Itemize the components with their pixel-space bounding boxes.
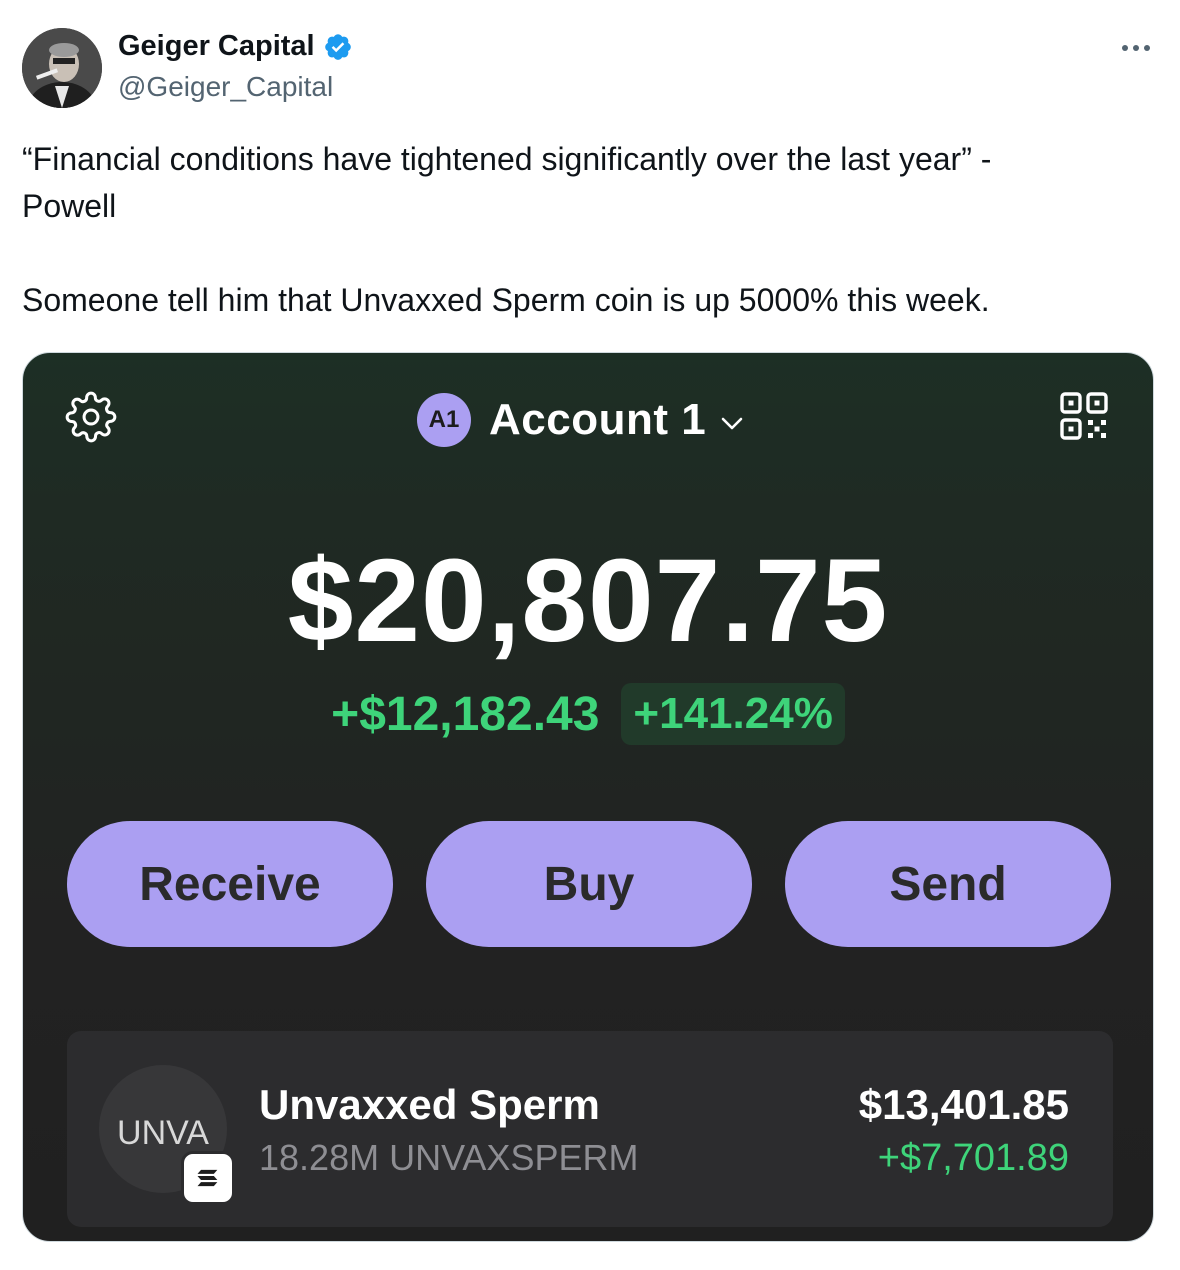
tweet-line: “Financial conditions have tightened sig… xyxy=(22,141,992,177)
verified-badge-icon xyxy=(324,33,351,60)
more-icon[interactable] xyxy=(1116,36,1156,60)
tweet: Geiger Capital @Geiger_Capital “Financia… xyxy=(0,0,1180,1270)
token-value: $13,401.85 xyxy=(858,1081,1069,1128)
send-button[interactable]: Send xyxy=(785,821,1111,947)
receive-button[interactable]: Receive xyxy=(67,821,393,947)
token-list-item[interactable]: UNVA Unvaxxed Sperm 18.28M UNVAXSPERM $1… xyxy=(67,1031,1113,1227)
change-percent-badge: +141.24% xyxy=(621,683,845,745)
tweet-line: Powell xyxy=(22,188,117,224)
balance-change: +$12,182.43 +141.24% xyxy=(23,683,1153,745)
token-amount: 18.28M UNVAXSPERM xyxy=(259,1137,639,1178)
wallet-screenshot[interactable]: A1 Account 1 $20,807.75 +$12,182.43 +141… xyxy=(22,352,1154,1242)
avatar-image xyxy=(22,28,102,108)
tweet-line: Someone tell him that Unvaxxed Sperm coi… xyxy=(22,282,990,318)
token-name: Unvaxxed Sperm xyxy=(259,1081,600,1128)
gear-icon xyxy=(65,391,117,443)
total-balance: $20,807.75 xyxy=(287,535,889,667)
token-change: +$7,701.89 xyxy=(877,1137,1069,1179)
account-name: Account 1 xyxy=(489,395,707,444)
chevron-down-icon xyxy=(721,417,743,430)
buy-button[interactable]: Buy xyxy=(426,821,752,947)
solana-icon xyxy=(181,1151,235,1205)
account-badge: A1 xyxy=(417,393,471,447)
action-buttons: Receive Buy Send xyxy=(67,821,1113,947)
display-name[interactable]: Geiger Capital xyxy=(118,30,315,63)
avatar[interactable] xyxy=(22,28,102,108)
qr-code-icon[interactable] xyxy=(1059,391,1109,441)
change-amount: +$12,182.43 xyxy=(331,687,600,741)
tweet-text: “Financial conditions have tightened sig… xyxy=(22,136,1142,324)
author-name-row: Geiger Capital xyxy=(118,30,353,63)
account-selector[interactable]: A1 Account 1 xyxy=(417,393,746,447)
handle[interactable]: @Geiger_Capital xyxy=(118,71,333,103)
